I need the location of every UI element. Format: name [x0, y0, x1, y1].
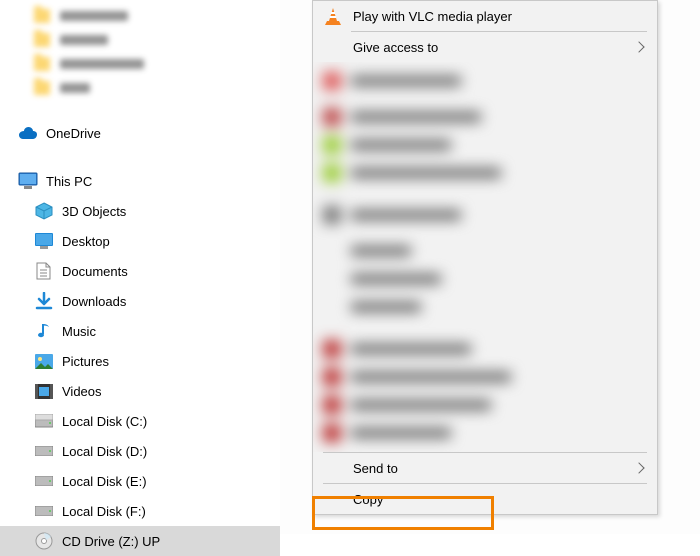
menu-copy[interactable]: Copy — [313, 484, 657, 514]
context-menu: Play with VLC media player Give access t… — [312, 0, 658, 515]
nav-label: Documents — [62, 264, 128, 279]
documents-icon — [34, 261, 54, 281]
nav-local-disk-e[interactable]: Local Disk (E:) — [0, 466, 280, 496]
nav-label: Videos — [62, 384, 102, 399]
cd-drive-icon — [34, 531, 54, 551]
nav-local-disk-f[interactable]: Local Disk (F:) — [0, 496, 280, 526]
videos-icon — [34, 381, 54, 401]
drive-icon — [34, 501, 54, 521]
nav-tree: OneDrive This PC 3D Objects Desktop Docu… — [0, 0, 280, 534]
blank-icon — [323, 37, 343, 57]
nav-documents[interactable]: Documents — [0, 256, 280, 286]
desktop-icon — [34, 231, 54, 251]
drive-icon — [34, 441, 54, 461]
nav-3d-objects[interactable]: 3D Objects — [0, 196, 280, 226]
nav-pictures[interactable]: Pictures — [0, 346, 280, 376]
vlc-icon — [323, 6, 343, 26]
blurred-folder — [0, 76, 280, 100]
menu-give-access[interactable]: Give access to — [313, 32, 657, 62]
blurred-folder — [0, 28, 280, 52]
nav-label: Local Disk (F:) — [62, 504, 146, 519]
nav-label: 3D Objects — [62, 204, 126, 219]
nav-label: Local Disk (C:) — [62, 414, 147, 429]
menu-send-to[interactable]: Send to — [313, 453, 657, 483]
onedrive-icon — [18, 123, 38, 143]
nav-label: Music — [62, 324, 96, 339]
menu-play-vlc[interactable]: Play with VLC media player — [313, 1, 657, 31]
nav-label: Downloads — [62, 294, 126, 309]
music-icon — [34, 321, 54, 341]
3d-objects-icon — [34, 201, 54, 221]
nav-local-disk-c[interactable]: Local Disk (C:) — [0, 406, 280, 436]
nav-label: Pictures — [62, 354, 109, 369]
pictures-icon — [34, 351, 54, 371]
menu-label: Send to — [353, 461, 625, 476]
nav-onedrive[interactable]: OneDrive — [0, 118, 280, 148]
nav-downloads[interactable]: Downloads — [0, 286, 280, 316]
blurred-folder — [0, 52, 280, 76]
nav-desktop[interactable]: Desktop — [0, 226, 280, 256]
drive-icon — [34, 471, 54, 491]
downloads-icon — [34, 291, 54, 311]
blurred-folder — [0, 4, 280, 28]
nav-label: Local Disk (D:) — [62, 444, 147, 459]
nav-label: Local Disk (E:) — [62, 474, 147, 489]
computer-icon — [18, 171, 38, 191]
chevron-right-icon — [633, 41, 644, 52]
nav-label: Desktop — [62, 234, 110, 249]
nav-music[interactable]: Music — [0, 316, 280, 346]
nav-label: OneDrive — [46, 126, 101, 141]
chevron-right-icon — [633, 462, 644, 473]
nav-cd-drive[interactable]: CD Drive (Z:) UP — [0, 526, 280, 556]
blurred-menu-section — [313, 62, 657, 452]
nav-label: CD Drive (Z:) UP — [62, 534, 160, 549]
nav-local-disk-d[interactable]: Local Disk (D:) — [0, 436, 280, 466]
blank-icon — [323, 458, 343, 478]
menu-label: Give access to — [353, 40, 625, 55]
nav-videos[interactable]: Videos — [0, 376, 280, 406]
nav-thispc[interactable]: This PC — [0, 166, 280, 196]
menu-label: Copy — [353, 492, 643, 507]
drive-icon — [34, 411, 54, 431]
menu-label: Play with VLC media player — [353, 9, 643, 24]
blank-icon — [323, 489, 343, 509]
nav-label: This PC — [46, 174, 92, 189]
